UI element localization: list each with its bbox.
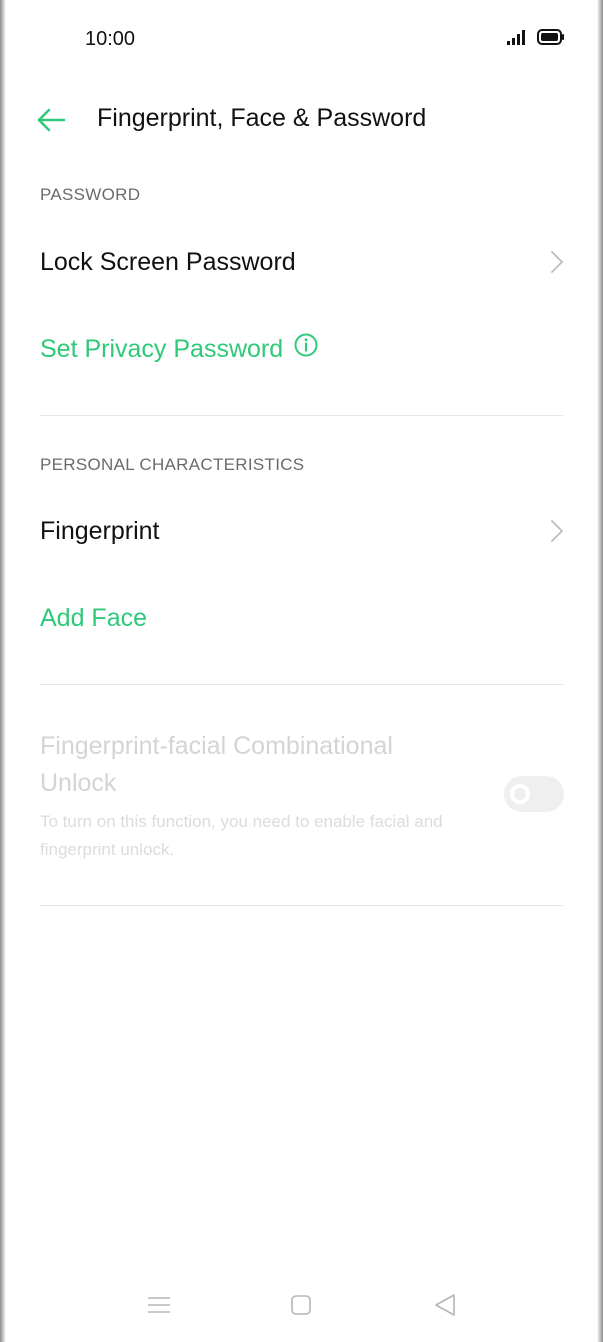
add-face-label: Add Face (40, 604, 148, 632)
signal-icon (507, 29, 529, 50)
system-nav-bar (0, 1280, 603, 1330)
chevron-right-icon (550, 519, 564, 543)
divider (40, 905, 563, 906)
divider (40, 415, 563, 416)
set-privacy-password-row-inner: Set Privacy Password (40, 332, 319, 365)
chevron-right-icon (550, 250, 564, 274)
divider (40, 684, 563, 685)
fingerprint-label: Fingerprint (40, 517, 160, 545)
combinational-unlock-description: To turn on this function, you need to en… (40, 812, 443, 859)
back-arrow-icon[interactable] (34, 104, 68, 136)
info-icon[interactable] (293, 332, 319, 365)
page-title: Fingerprint, Face & Password (97, 104, 427, 132)
combinational-unlock-row: Fingerprint-facial Combinational Unlock … (40, 728, 564, 878)
home-icon[interactable] (286, 1290, 316, 1320)
toggle-knob (510, 784, 530, 804)
combinational-unlock-toggle[interactable] (504, 776, 564, 812)
set-privacy-password-row[interactable]: Set Privacy Password (40, 321, 564, 377)
status-time: 10:00 (85, 28, 136, 50)
section-header-password: PASSWORD (40, 185, 141, 204)
fingerprint-row[interactable]: Fingerprint (40, 503, 564, 559)
app-header: Fingerprint, Face & Password (0, 92, 603, 148)
device-edge-left (0, 0, 6, 1342)
status-bar: 10:00 (0, 0, 603, 80)
back-icon[interactable] (430, 1290, 460, 1320)
lock-screen-password-label: Lock Screen Password (40, 248, 296, 276)
add-face-row[interactable]: Add Face (40, 590, 564, 646)
combinational-unlock-title: Fingerprint-facial Combinational Unlock (40, 732, 393, 797)
status-icons (507, 28, 565, 51)
section-header-personal: PERSONAL CHARACTERISTICS (40, 455, 305, 474)
set-privacy-password-label: Set Privacy Password (40, 335, 284, 363)
battery-icon (537, 28, 565, 51)
device-edge-right (597, 0, 603, 1342)
menu-icon[interactable] (144, 1290, 174, 1320)
lock-screen-password-row[interactable]: Lock Screen Password (40, 234, 564, 290)
